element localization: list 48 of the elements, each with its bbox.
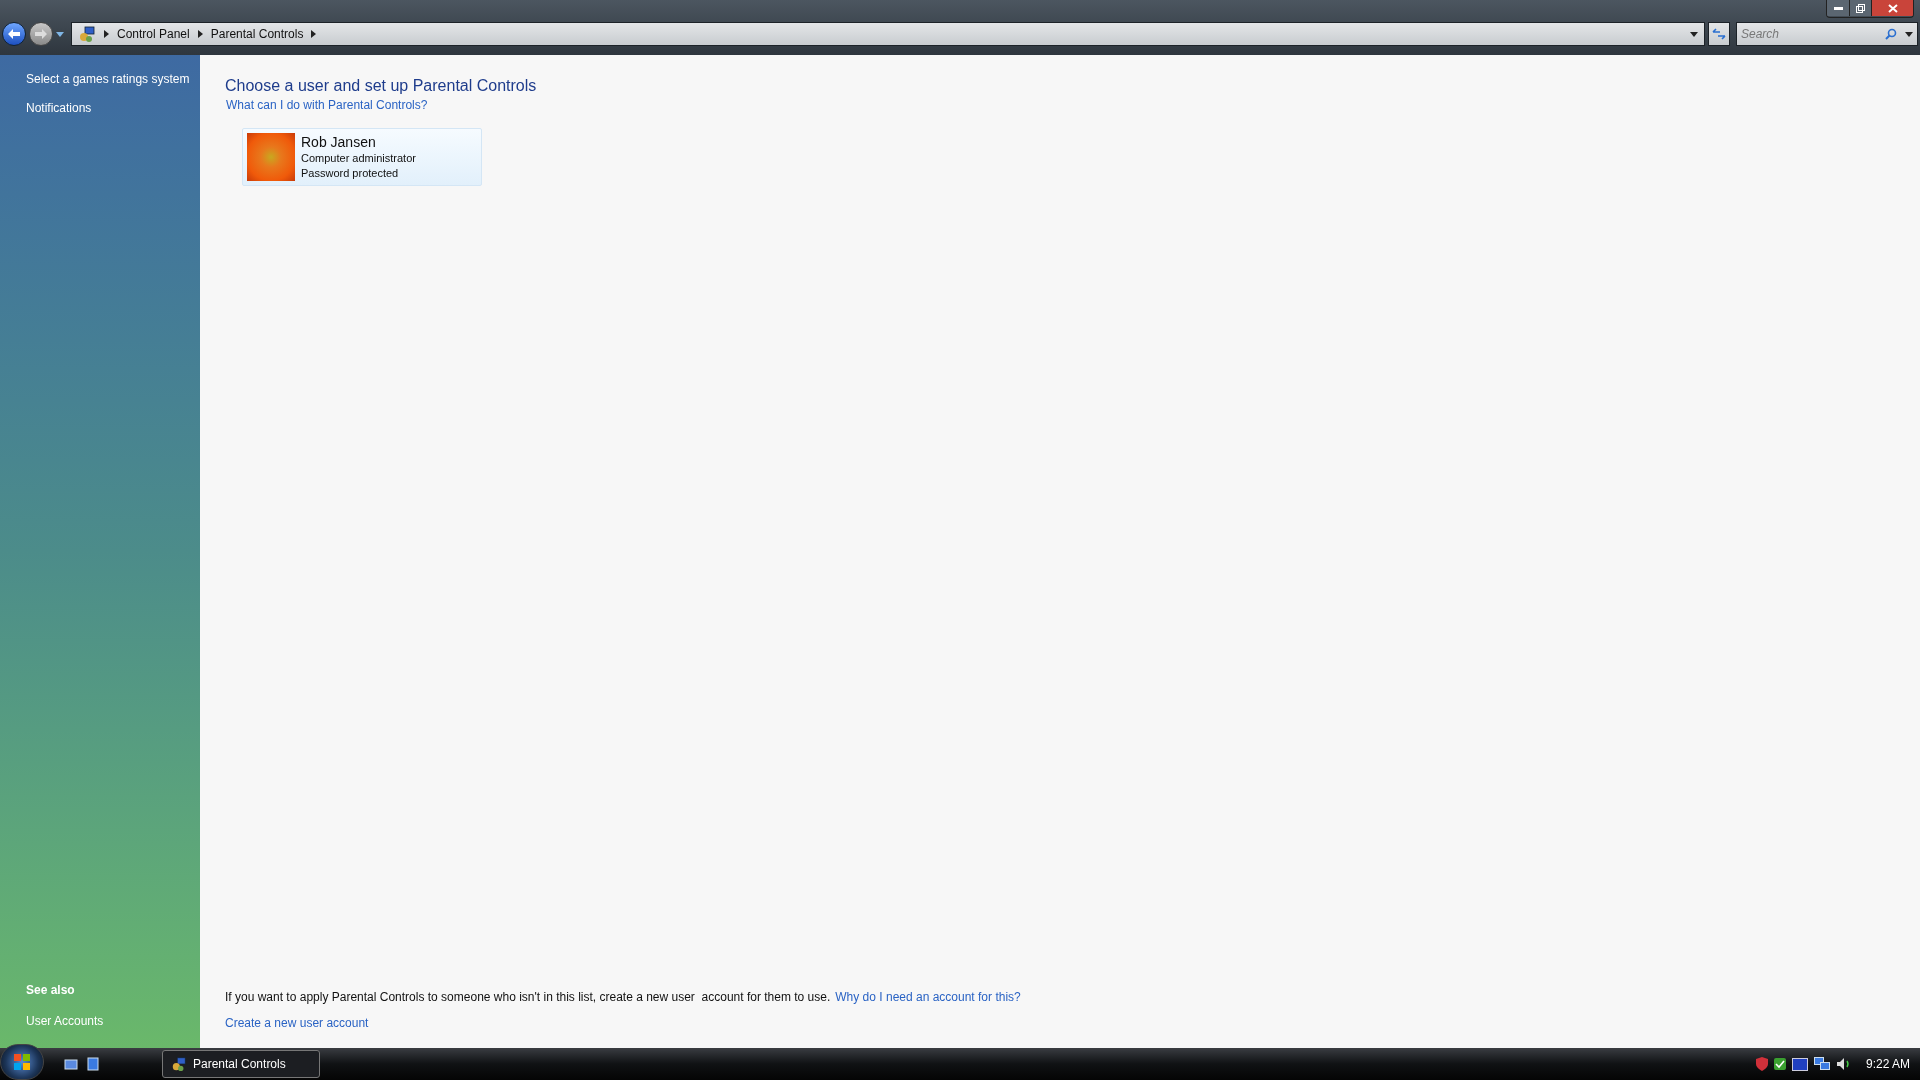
monitor-icon[interactable]: [1791, 1057, 1808, 1071]
chevron-icon: [311, 30, 317, 38]
check-badge-icon[interactable]: [1773, 1058, 1786, 1070]
avatar-picture: [247, 133, 295, 181]
taskbar-window-button[interactable]: Parental Controls: [162, 1050, 320, 1078]
start-button[interactable]: [0, 1044, 44, 1080]
minimize-icon: [1833, 6, 1843, 10]
network-icon[interactable]: [1813, 1057, 1830, 1071]
speaker-icon[interactable]: [1835, 1057, 1852, 1071]
breadcrumb-item[interactable]: Parental Controls: [210, 25, 304, 43]
control-panel-icon: [78, 25, 96, 43]
search-field[interactable]: Search: [1736, 22, 1918, 46]
dropdown-icon[interactable]: [1690, 31, 1698, 37]
footer-text: If you want to apply Parental Controls to someone who isn't in this list, create a new user account for them to use.: [225, 989, 831, 1006]
sidebar-link[interactable]: Notifications: [26, 99, 200, 117]
close-icon: [1887, 3, 1898, 13]
minimize-button[interactable]: [1827, 0, 1849, 16]
search-icon: [1885, 28, 1897, 40]
control-panel-icon: [171, 1056, 187, 1072]
user-name: Rob Jansen: [301, 133, 377, 151]
chevron-icon: [197, 30, 203, 38]
password-status: Password protected: [301, 165, 400, 181]
forward-arrow-icon: [34, 28, 48, 40]
search-input[interactable]: Search: [1741, 25, 1885, 43]
back-button[interactable]: [2, 22, 26, 46]
restore-button[interactable]: [1849, 0, 1871, 16]
close-button[interactable]: [1871, 0, 1913, 16]
refresh-button[interactable]: [1708, 22, 1730, 46]
address-bar[interactable]: Control Panel Parental Controls: [71, 22, 1705, 46]
chevron-icon: [104, 30, 109, 38]
refresh-icon: [1712, 28, 1726, 40]
clock[interactable]: 9:22 AM: [1865, 1055, 1910, 1073]
help-link[interactable]: What can I do with Parental Controls?: [226, 96, 428, 114]
see-also-heading: See also: [26, 982, 76, 999]
shield-warning-icon[interactable]: [1755, 1057, 1768, 1071]
dropdown-icon[interactable]: [1905, 31, 1913, 37]
windows-logo-icon: [13, 1053, 31, 1071]
account-type: Computer administrator: [301, 150, 416, 166]
forward-button[interactable]: [29, 22, 53, 46]
breadcrumb-item[interactable]: Control Panel: [117, 25, 190, 43]
back-arrow-icon: [7, 28, 21, 40]
dropdown-icon[interactable]: [56, 31, 64, 37]
user-account-tile[interactable]: Rob Jansen Computer administrator Password protected: [242, 128, 482, 186]
help-link[interactable]: Why do I need an account for this?: [835, 988, 1021, 1006]
restore-icon: [1856, 3, 1865, 13]
create-account-link[interactable]: Create a new user account: [225, 1014, 369, 1032]
sidebar-link[interactable]: Select a games ratings system: [26, 70, 200, 88]
page-title: Choose a user and set up Parental Controls: [225, 76, 538, 96]
